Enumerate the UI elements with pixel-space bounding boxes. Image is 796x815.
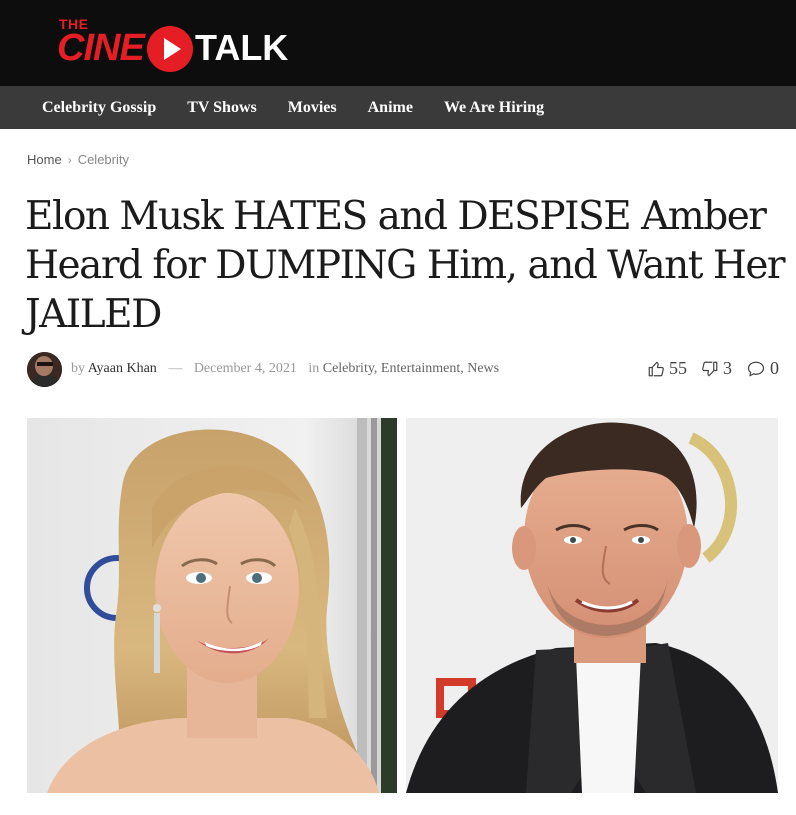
category-link-celebrity[interactable]: Celebrity: [323, 361, 374, 376]
thumbs-up-icon: [648, 361, 664, 376]
reaction-counters: 55 3 0: [633, 358, 779, 379]
nav-item-celebrity-gossip[interactable]: Celebrity Gossip: [42, 99, 156, 117]
meta-line: by Ayaan Khan — December 4, 2021 in Cele…: [71, 361, 500, 376]
nav-item-anime[interactable]: Anime: [368, 99, 413, 117]
author-avatar[interactable]: [27, 352, 62, 387]
like-button[interactable]: 55: [647, 358, 687, 379]
publish-date: December 4, 2021: [193, 361, 297, 376]
nav-list: Celebrity Gossip TV Shows Movies Anime W…: [42, 86, 575, 129]
portrait-man-image: [406, 418, 778, 793]
featured-image-left-portrait: [27, 418, 397, 793]
featured-image-right-portrait: [406, 418, 778, 793]
featured-image: [27, 418, 778, 793]
comments-button[interactable]: 0: [746, 358, 779, 379]
dislike-button[interactable]: 3: [701, 358, 732, 379]
category-link-news[interactable]: News: [467, 361, 499, 376]
image-divider: [397, 418, 406, 793]
site-header: THE CINE TALK: [0, 0, 796, 86]
like-count: 55: [669, 358, 687, 378]
comment-count: 0: [770, 358, 779, 378]
category-link-entertainment[interactable]: Entertainment: [381, 361, 460, 376]
dislike-count: 3: [723, 358, 732, 378]
article-title: Elon Musk HATES and DESPISE Amber Heard …: [25, 194, 786, 337]
breadcrumb-home-link[interactable]: Home: [27, 152, 62, 167]
site-logo[interactable]: THE CINE TALK: [57, 16, 307, 74]
thumbs-down-icon: [702, 361, 718, 376]
in-label: in: [308, 361, 320, 376]
article-meta: by Ayaan Khan — December 4, 2021 in Cele…: [27, 352, 779, 388]
breadcrumb-category-link[interactable]: Celebrity: [78, 152, 129, 167]
logo-talk-text: TALK: [195, 27, 289, 68]
breadcrumb-separator-icon: ›: [67, 152, 72, 167]
meta-dash: —: [168, 361, 183, 376]
author-link[interactable]: Ayaan Khan: [88, 361, 157, 376]
breadcrumb: Home › Celebrity: [27, 152, 129, 167]
logo-cine-text: CINE: [57, 27, 145, 69]
main-nav: Celebrity Gossip TV Shows Movies Anime W…: [0, 86, 796, 129]
nav-item-tv-shows[interactable]: TV Shows: [187, 99, 257, 117]
portrait-woman-image: [27, 418, 397, 793]
comment-bubble-icon: [747, 361, 765, 376]
play-icon: [147, 26, 193, 72]
nav-item-movies[interactable]: Movies: [288, 99, 337, 117]
by-label: by: [71, 361, 85, 376]
nav-item-we-are-hiring[interactable]: We Are Hiring: [444, 99, 544, 117]
avatar-image: [27, 352, 62, 387]
